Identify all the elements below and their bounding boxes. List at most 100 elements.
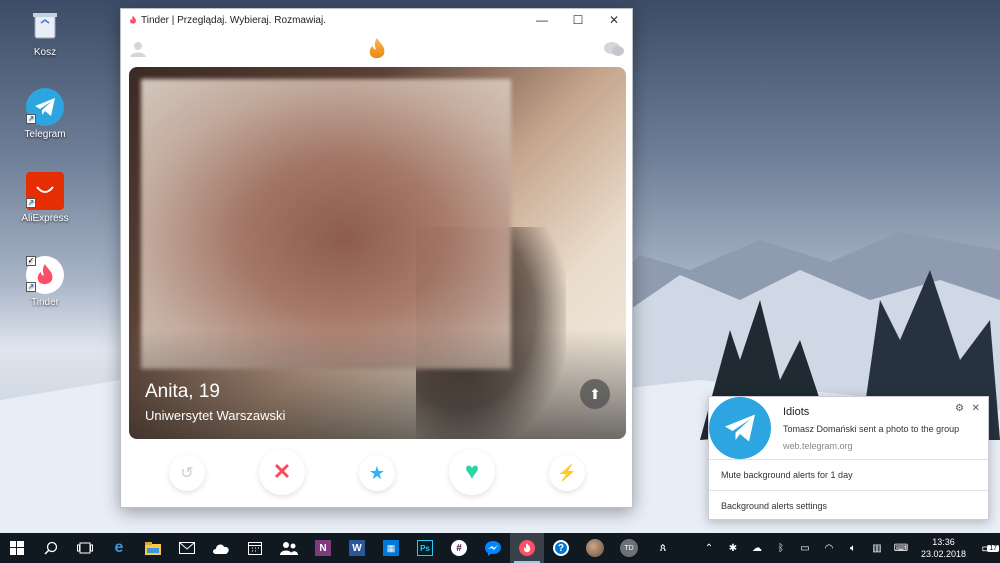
profile-icon[interactable] <box>129 40 147 58</box>
nope-button[interactable]: ✕ <box>259 449 305 495</box>
tinder-window: Tinder | Przeglądaj. Wybieraj. Rozmawiaj… <box>120 8 633 508</box>
recycle-bin-icon <box>26 6 64 44</box>
taskbar-onenote[interactable]: N <box>306 533 340 563</box>
desktop-icon-label: Kosz <box>33 47 57 58</box>
tinder-icon <box>519 540 535 556</box>
language-icon[interactable]: ▥ <box>865 543 889 554</box>
onenote-icon: N <box>315 540 331 556</box>
folder-icon <box>145 541 161 555</box>
telegram-icon <box>709 397 771 459</box>
calendar-icon <box>248 542 262 555</box>
edge-icon: e <box>114 539 124 556</box>
messenger-icon <box>485 541 501 556</box>
messages-icon[interactable] <box>604 41 624 57</box>
taskbar-calendar[interactable] <box>238 533 272 563</box>
desktop-icon-aliexpress[interactable]: ↗ AliExpress <box>10 172 80 224</box>
checkbox-icon: ✓ <box>26 256 36 266</box>
x-icon: ✕ <box>272 459 292 484</box>
windows-icon <box>10 541 24 555</box>
taskbar-people[interactable] <box>272 533 306 563</box>
keyboard-icon[interactable]: ⌨ <box>889 543 913 554</box>
user-initials-avatar: TD <box>620 539 638 557</box>
taskbar-people-tray[interactable]: ጰ <box>646 533 680 563</box>
taskbar-explorer[interactable] <box>136 533 170 563</box>
star-icon: ★ <box>368 462 386 483</box>
battery-icon[interactable]: ▭ <box>793 543 817 554</box>
lightning-icon: ⚡ <box>557 465 577 482</box>
clock-date: 23.02.2018 <box>920 549 966 559</box>
taskbar-mail[interactable] <box>170 533 204 563</box>
shortcut-arrow-icon: ↗ <box>26 282 36 292</box>
notification-count-badge: 17 <box>987 545 999 552</box>
volume-icon[interactable]: 🔈︎ <box>841 543 865 554</box>
profile-name: Anita, 19 <box>145 381 220 402</box>
desktop-icon-tinder[interactable]: ✓ ↗ Tinder <box>10 256 80 308</box>
avatar <box>586 539 604 557</box>
telegram-notification[interactable]: Idiots Tomasz Domański sent a photo to t… <box>708 396 989 520</box>
taskbar-photoshop[interactable]: Ps <box>408 533 442 563</box>
people-icon <box>280 542 298 555</box>
taskbar-user[interactable]: TD <box>612 533 646 563</box>
cloud-icon <box>213 544 229 554</box>
clock-time: 13:36 <box>932 537 955 547</box>
mute-alerts-button[interactable]: Mute background alerts for 1 day <box>709 459 988 490</box>
task-view-button[interactable] <box>68 533 102 563</box>
app-header <box>121 31 632 67</box>
onedrive-tray-icon[interactable]: ☁ <box>745 543 769 554</box>
window-title: Tinder | Przeglądaj. Wybieraj. Rozmawiaj… <box>141 14 326 26</box>
taskbar-store[interactable]: ▦ <box>374 533 408 563</box>
desktop-icon-label: AliExpress <box>21 213 69 224</box>
heart-icon: ♥ <box>464 458 480 485</box>
taskbar-help[interactable]: ? <box>544 533 578 563</box>
action-center-button[interactable]: ▭ 17 <box>974 541 1000 555</box>
taskbar-onedrive[interactable] <box>204 533 238 563</box>
desktop-icon-label: Telegram <box>24 129 66 140</box>
slack-icon: # <box>451 540 467 556</box>
boost-button[interactable]: ⚡ <box>549 455 585 491</box>
close-button[interactable]: ✕ <box>596 9 632 31</box>
super-like-button[interactable]: ★ <box>359 455 395 491</box>
taskbar-edge[interactable]: e <box>102 533 136 563</box>
shortcut-arrow-icon: ↗ <box>26 198 36 208</box>
alerts-settings-button[interactable]: Background alerts settings <box>709 490 988 521</box>
tinder-flame-icon <box>130 15 136 24</box>
tinder-logo-icon[interactable] <box>367 37 387 61</box>
search-button[interactable] <box>34 533 68 563</box>
taskbar-slack[interactable]: # <box>442 533 476 563</box>
word-icon: W <box>349 540 365 556</box>
start-button[interactable] <box>0 533 34 563</box>
taskbar: e N W ▦ Ps # ? TD ጰ ⌃ ✱ ☁ ᛒ ▭ ◠ 🔈︎ ▥ ⌨ 1… <box>0 533 1000 563</box>
taskbar-word[interactable]: W <box>340 533 374 563</box>
taskbar-tinder[interactable] <box>510 533 544 563</box>
arrow-up-icon: ⬆ <box>589 385 601 402</box>
action-bar: ↺ ✕ ★ ♥ ⚡ <box>121 447 632 499</box>
system-tray: ⌃ ✱ ☁ ᛒ ▭ ◠ 🔈︎ ▥ ⌨ 13:36 23.02.2018 ▭ 17 <box>697 533 1000 563</box>
notification-title: Idiots <box>783 406 810 418</box>
blurred-photo <box>141 79 511 369</box>
maximize-button[interactable]: ☐ <box>560 9 596 31</box>
minimize-button[interactable]: — <box>524 9 560 31</box>
desktop-icon-telegram[interactable]: ↗ Telegram <box>10 88 80 140</box>
taskbar-messenger[interactable] <box>476 533 510 563</box>
wifi-icon[interactable]: ◠ <box>817 543 841 554</box>
notification-source: web.telegram.org <box>783 441 853 451</box>
clock[interactable]: 13:36 23.02.2018 <box>913 536 974 560</box>
tray-app-icon[interactable]: ✱ <box>721 543 745 554</box>
profile-card[interactable]: Anita, 19 Uniwersytet Warszawski ⬆ <box>129 67 626 439</box>
rewind-button[interactable]: ↺ <box>169 455 205 491</box>
rewind-icon: ↺ <box>180 465 194 482</box>
bluetooth-icon[interactable]: ᛒ <box>769 543 793 554</box>
notification-close-button[interactable]: ✕ <box>972 403 980 414</box>
people-tray-icon: ጰ <box>659 541 667 554</box>
help-icon: ? <box>553 540 569 556</box>
photoshop-icon: Ps <box>417 540 433 556</box>
title-bar[interactable]: Tinder | Przeglądaj. Wybieraj. Rozmawiaj… <box>121 9 632 31</box>
task-view-icon <box>77 542 93 554</box>
like-button[interactable]: ♥ <box>449 449 495 495</box>
mail-icon <box>179 542 195 554</box>
taskbar-avatar-app[interactable] <box>578 533 612 563</box>
settings-icon[interactable]: ⚙ <box>955 403 964 414</box>
info-button[interactable]: ⬆ <box>580 379 610 409</box>
show-hidden-icons[interactable]: ⌃ <box>697 543 721 554</box>
desktop-icon-recycle-bin[interactable]: Kosz <box>10 6 80 58</box>
